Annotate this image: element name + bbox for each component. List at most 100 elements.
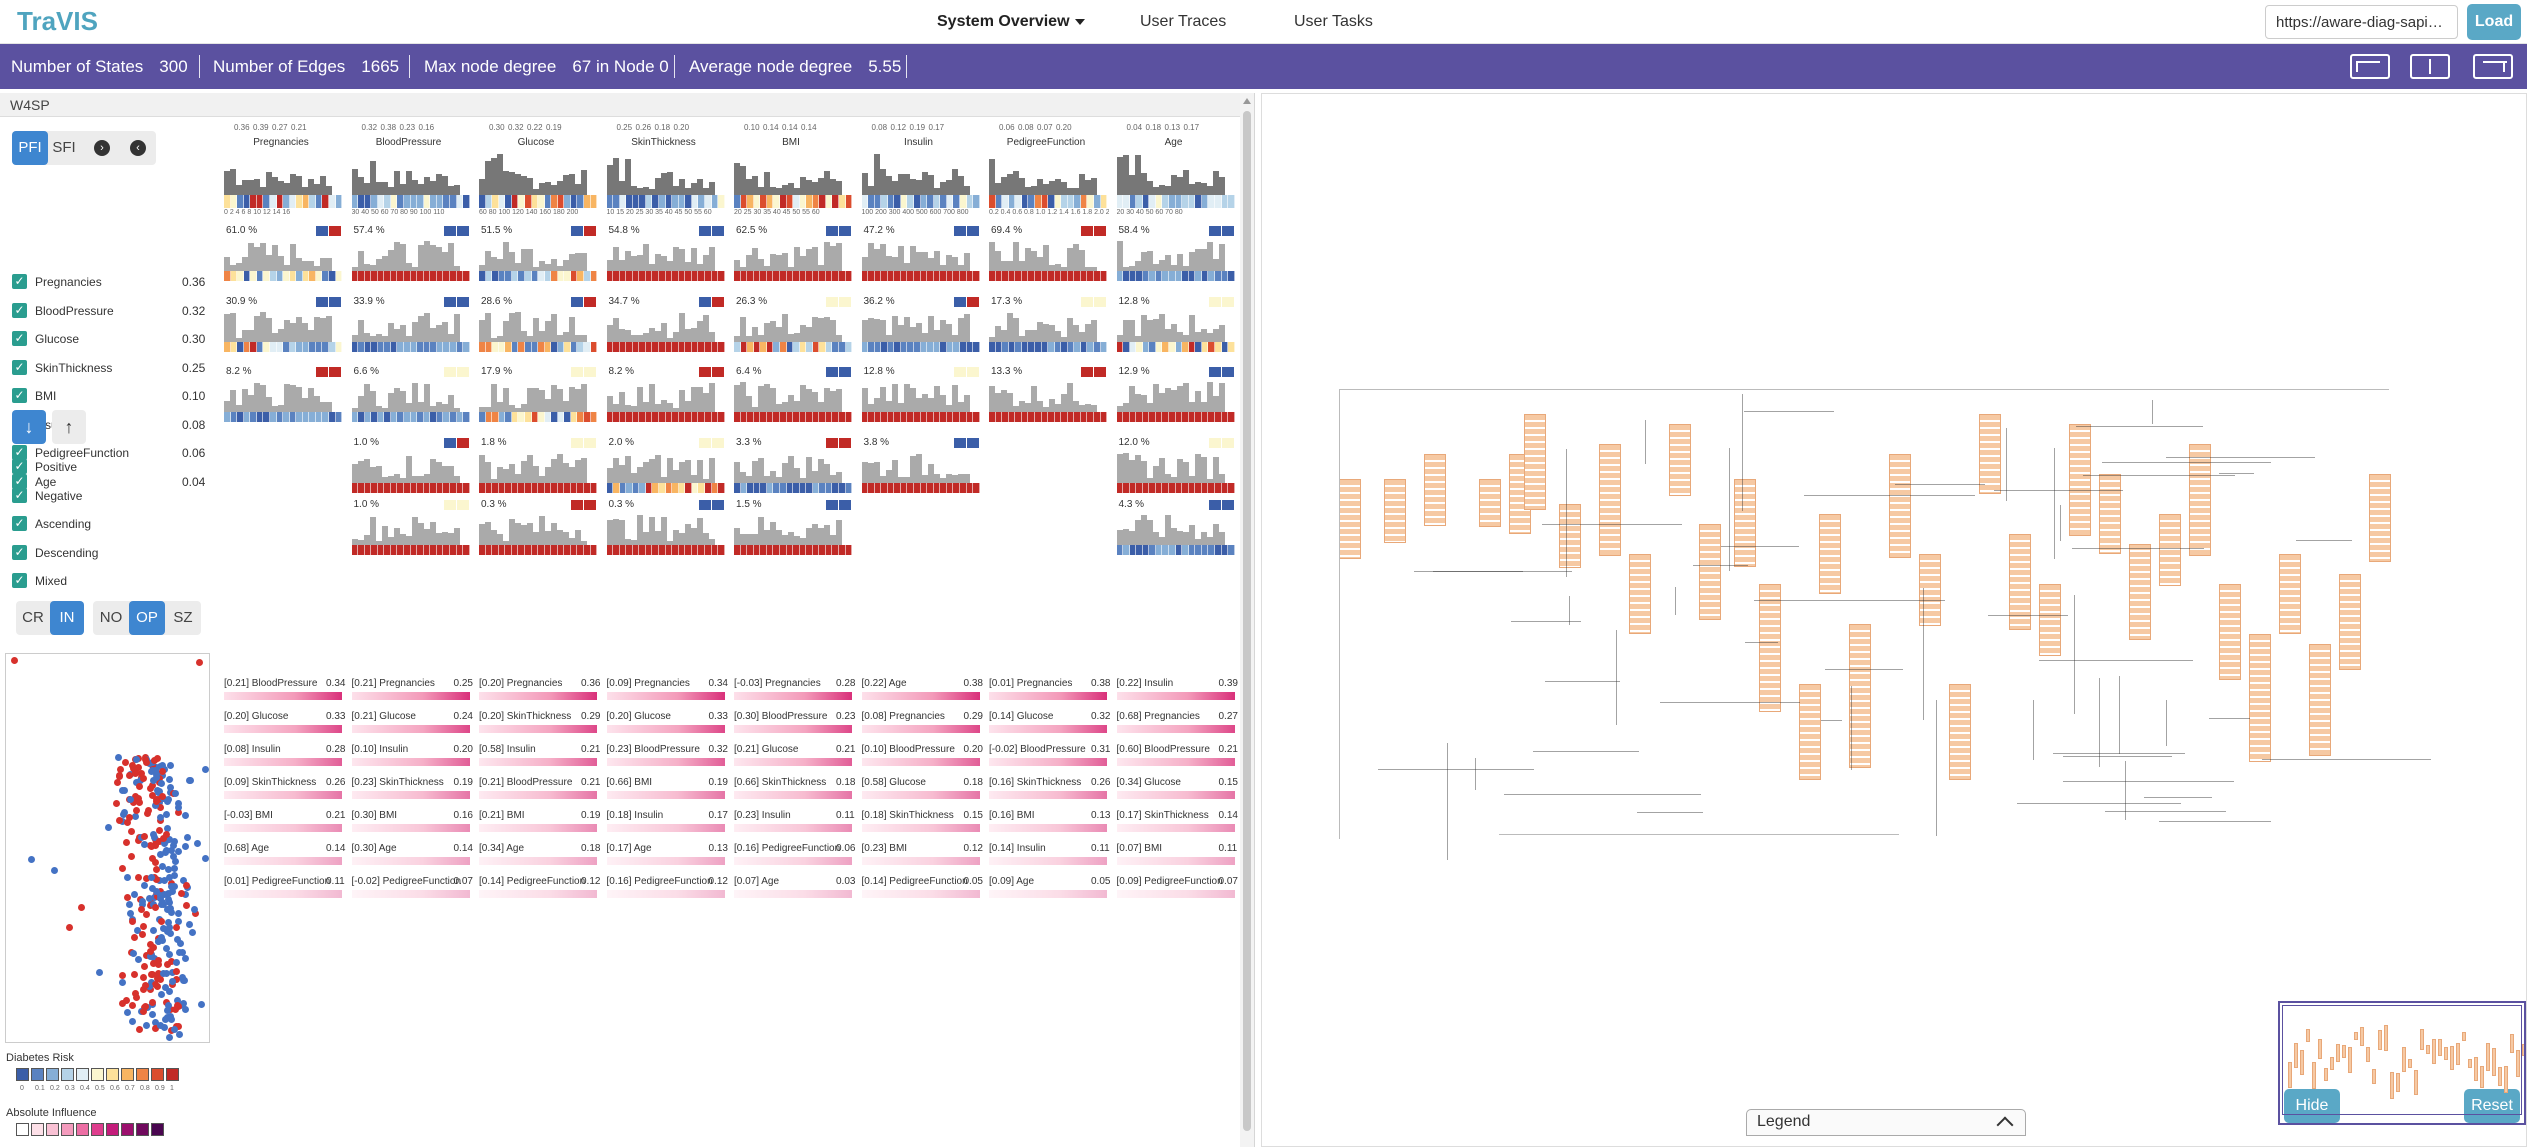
state-node[interactable] bbox=[2039, 584, 2061, 656]
no-button[interactable]: NO bbox=[93, 601, 129, 635]
scroll-thumb[interactable] bbox=[1243, 111, 1251, 1131]
state-graph[interactable] bbox=[1339, 384, 2432, 861]
sz-button[interactable]: SZ bbox=[165, 601, 201, 635]
cluster-cell[interactable]: 61.0 % bbox=[220, 225, 343, 287]
cluster-cell[interactable]: 6.4 % bbox=[730, 366, 853, 428]
state-node[interactable] bbox=[1699, 524, 1721, 620]
cluster-cell[interactable]: 12.8 % bbox=[858, 366, 980, 428]
graph-minimap[interactable]: Hide Reset bbox=[2278, 1001, 2526, 1125]
cluster-cell[interactable]: 17.3 % bbox=[985, 296, 1108, 358]
state-node[interactable] bbox=[2159, 514, 2181, 586]
state-node[interactable] bbox=[1629, 554, 1651, 634]
feature-checkbox[interactable]: ✓ bbox=[12, 359, 27, 375]
cluster-cell[interactable]: 34.7 % bbox=[603, 296, 725, 358]
url-input[interactable] bbox=[2265, 5, 2458, 39]
state-node[interactable] bbox=[1949, 684, 1971, 780]
cluster-cell[interactable]: 0.3 % bbox=[603, 499, 725, 561]
filter-checkbox[interactable]: ✓ bbox=[12, 459, 27, 474]
state-node[interactable] bbox=[2189, 444, 2211, 556]
nav-system-overview[interactable]: System Overview bbox=[937, 13, 1085, 31]
feature-checkbox[interactable]: ✓ bbox=[12, 331, 27, 346]
layout-split-button[interactable] bbox=[2410, 54, 2450, 79]
cluster-cell[interactable]: 12.8 % bbox=[1113, 296, 1235, 358]
chevron-left-icon[interactable]: ‹ bbox=[130, 140, 146, 156]
cr-button[interactable]: CR bbox=[16, 601, 50, 635]
cluster-cell[interactable]: 4.3 % bbox=[1113, 499, 1235, 561]
cluster-cell[interactable]: 57.4 % bbox=[348, 225, 470, 287]
state-node[interactable] bbox=[2069, 424, 2091, 536]
pfi-button[interactable]: PFI bbox=[12, 131, 48, 165]
state-node[interactable] bbox=[1559, 504, 1581, 568]
chevron-right-icon[interactable]: › bbox=[94, 140, 110, 156]
filter-checkbox[interactable]: ✓ bbox=[12, 544, 27, 560]
cluster-cell[interactable]: 0.3 % bbox=[475, 499, 598, 561]
state-node[interactable] bbox=[1849, 624, 1871, 768]
state-node[interactable] bbox=[1759, 584, 1781, 712]
state-node[interactable] bbox=[1524, 414, 1546, 510]
state-node[interactable] bbox=[2339, 574, 2361, 670]
cluster-cell[interactable]: 8.2 % bbox=[220, 366, 343, 428]
sort-desc-button[interactable]: ↓ bbox=[12, 410, 46, 444]
state-node[interactable] bbox=[1424, 454, 1446, 526]
sfi-button[interactable]: SFI bbox=[48, 131, 80, 165]
scrollbar[interactable] bbox=[1240, 93, 1254, 1147]
cluster-cell[interactable]: 51.5 % bbox=[475, 225, 598, 287]
app-logo[interactable]: TraVIS bbox=[17, 6, 98, 37]
state-node[interactable] bbox=[2369, 474, 2391, 562]
cluster-cell[interactable]: 13.3 % bbox=[985, 366, 1108, 428]
cluster-cell[interactable]: 12.0 % bbox=[1113, 437, 1235, 499]
nav-user-traces[interactable]: User Traces bbox=[1140, 13, 1226, 31]
cluster-cell[interactable]: 3.8 % bbox=[858, 437, 980, 499]
nav-user-tasks[interactable]: User Tasks bbox=[1294, 13, 1373, 31]
cluster-cell[interactable]: 2.0 % bbox=[603, 437, 725, 499]
in-button[interactable]: IN bbox=[50, 601, 84, 635]
cluster-cell[interactable]: 1.5 % bbox=[730, 499, 853, 561]
graph-legend-toggle[interactable]: Legend bbox=[1746, 1109, 2026, 1136]
cluster-cell[interactable]: 8.2 % bbox=[603, 366, 725, 428]
cluster-cell[interactable]: 1.0 % bbox=[348, 499, 470, 561]
cluster-cell[interactable]: 26.3 % bbox=[730, 296, 853, 358]
op-button[interactable]: OP bbox=[129, 601, 165, 635]
feature-checkbox[interactable]: ✓ bbox=[12, 388, 27, 403]
sort-asc-button[interactable]: ↑ bbox=[52, 410, 86, 444]
cluster-cell[interactable]: 62.5 % bbox=[730, 225, 853, 287]
cluster-cell[interactable]: 1.0 % bbox=[348, 437, 470, 499]
scroll-up-icon[interactable] bbox=[1243, 98, 1251, 104]
state-node[interactable] bbox=[1384, 479, 1406, 543]
layout-left-wide-button[interactable] bbox=[2350, 54, 2390, 79]
state-node[interactable] bbox=[1979, 414, 2001, 494]
cluster-cell[interactable]: 1.8 % bbox=[475, 437, 598, 499]
cluster-cell[interactable]: 12.9 % bbox=[1113, 366, 1235, 428]
feature-checkbox[interactable]: ✓ bbox=[12, 473, 27, 489]
state-node[interactable] bbox=[2129, 544, 2151, 640]
state-node[interactable] bbox=[2279, 554, 2301, 634]
filter-checkbox[interactable]: ✓ bbox=[12, 487, 27, 503]
feature-checkbox[interactable]: ✓ bbox=[12, 274, 27, 289]
filter-checkbox[interactable]: ✓ bbox=[12, 573, 27, 588]
feature-checkbox[interactable]: ✓ bbox=[12, 302, 27, 318]
state-node[interactable] bbox=[1889, 454, 1911, 558]
cluster-cell[interactable]: 17.9 % bbox=[475, 366, 598, 428]
projection-scatterplot[interactable] bbox=[5, 653, 210, 1043]
state-node[interactable] bbox=[1479, 479, 1501, 527]
load-button[interactable]: Load bbox=[2467, 4, 2521, 40]
state-node[interactable] bbox=[1599, 444, 1621, 556]
state-node[interactable] bbox=[1669, 424, 1691, 496]
cluster-cell[interactable]: 36.2 % bbox=[858, 296, 980, 358]
state-node[interactable] bbox=[1339, 479, 1361, 559]
cluster-cell[interactable]: 33.9 % bbox=[348, 296, 470, 358]
cluster-cell[interactable]: 47.2 % bbox=[858, 225, 980, 287]
state-node[interactable] bbox=[2309, 644, 2331, 756]
cluster-cell[interactable]: 30.9 % bbox=[220, 296, 343, 358]
state-node[interactable] bbox=[2099, 474, 2121, 554]
state-node[interactable] bbox=[1799, 684, 1821, 780]
state-node[interactable] bbox=[2249, 634, 2271, 762]
cluster-cell[interactable]: 6.6 % bbox=[348, 366, 470, 428]
filter-checkbox[interactable]: ✓ bbox=[12, 516, 27, 531]
state-node[interactable] bbox=[2219, 584, 2241, 680]
layout-right-wide-button[interactable] bbox=[2473, 54, 2513, 79]
cluster-cell[interactable]: 3.3 % bbox=[730, 437, 853, 499]
cluster-cell[interactable]: 28.6 % bbox=[475, 296, 598, 358]
state-node[interactable] bbox=[1819, 514, 1841, 594]
cluster-cell[interactable]: 54.8 % bbox=[603, 225, 725, 287]
